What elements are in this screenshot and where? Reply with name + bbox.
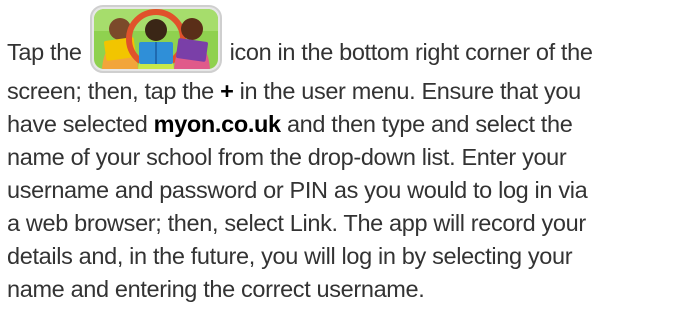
readers-icon (88, 5, 224, 73)
instruction-line-4: name of your school from the drop-down l… (7, 144, 567, 170)
instruction-line-5: username and password or PIN as you woul… (7, 177, 588, 203)
plus-symbol: + (220, 78, 234, 104)
instruction-text: have selected (7, 111, 148, 137)
instruction-text: Tap the (7, 39, 82, 65)
instruction-line-7: details and, in the future, you will log… (7, 243, 573, 269)
instruction-line-2: screen; then, tap the + in the user menu… (7, 75, 691, 108)
domain-name: myon.co.uk (153, 111, 281, 137)
instruction-line-1: Tap the icon in the bottom right corner … (7, 0, 691, 75)
instruction-text: icon in the bottom right corner of the (229, 39, 593, 65)
help-instructions: Tap the icon in the bottom right corner … (7, 0, 691, 306)
instruction-line-6: a web browser; then, select Link. The ap… (7, 210, 586, 236)
instruction-text: screen; then, tap the (7, 78, 214, 104)
instruction-text: and then type and select the (286, 111, 573, 137)
instruction-text: in the user menu. Ensure that you (239, 78, 582, 104)
instruction-line-3: have selected myon.co.uk and then type a… (7, 108, 691, 141)
instruction-line-8: name and entering the correct username. (7, 276, 425, 302)
